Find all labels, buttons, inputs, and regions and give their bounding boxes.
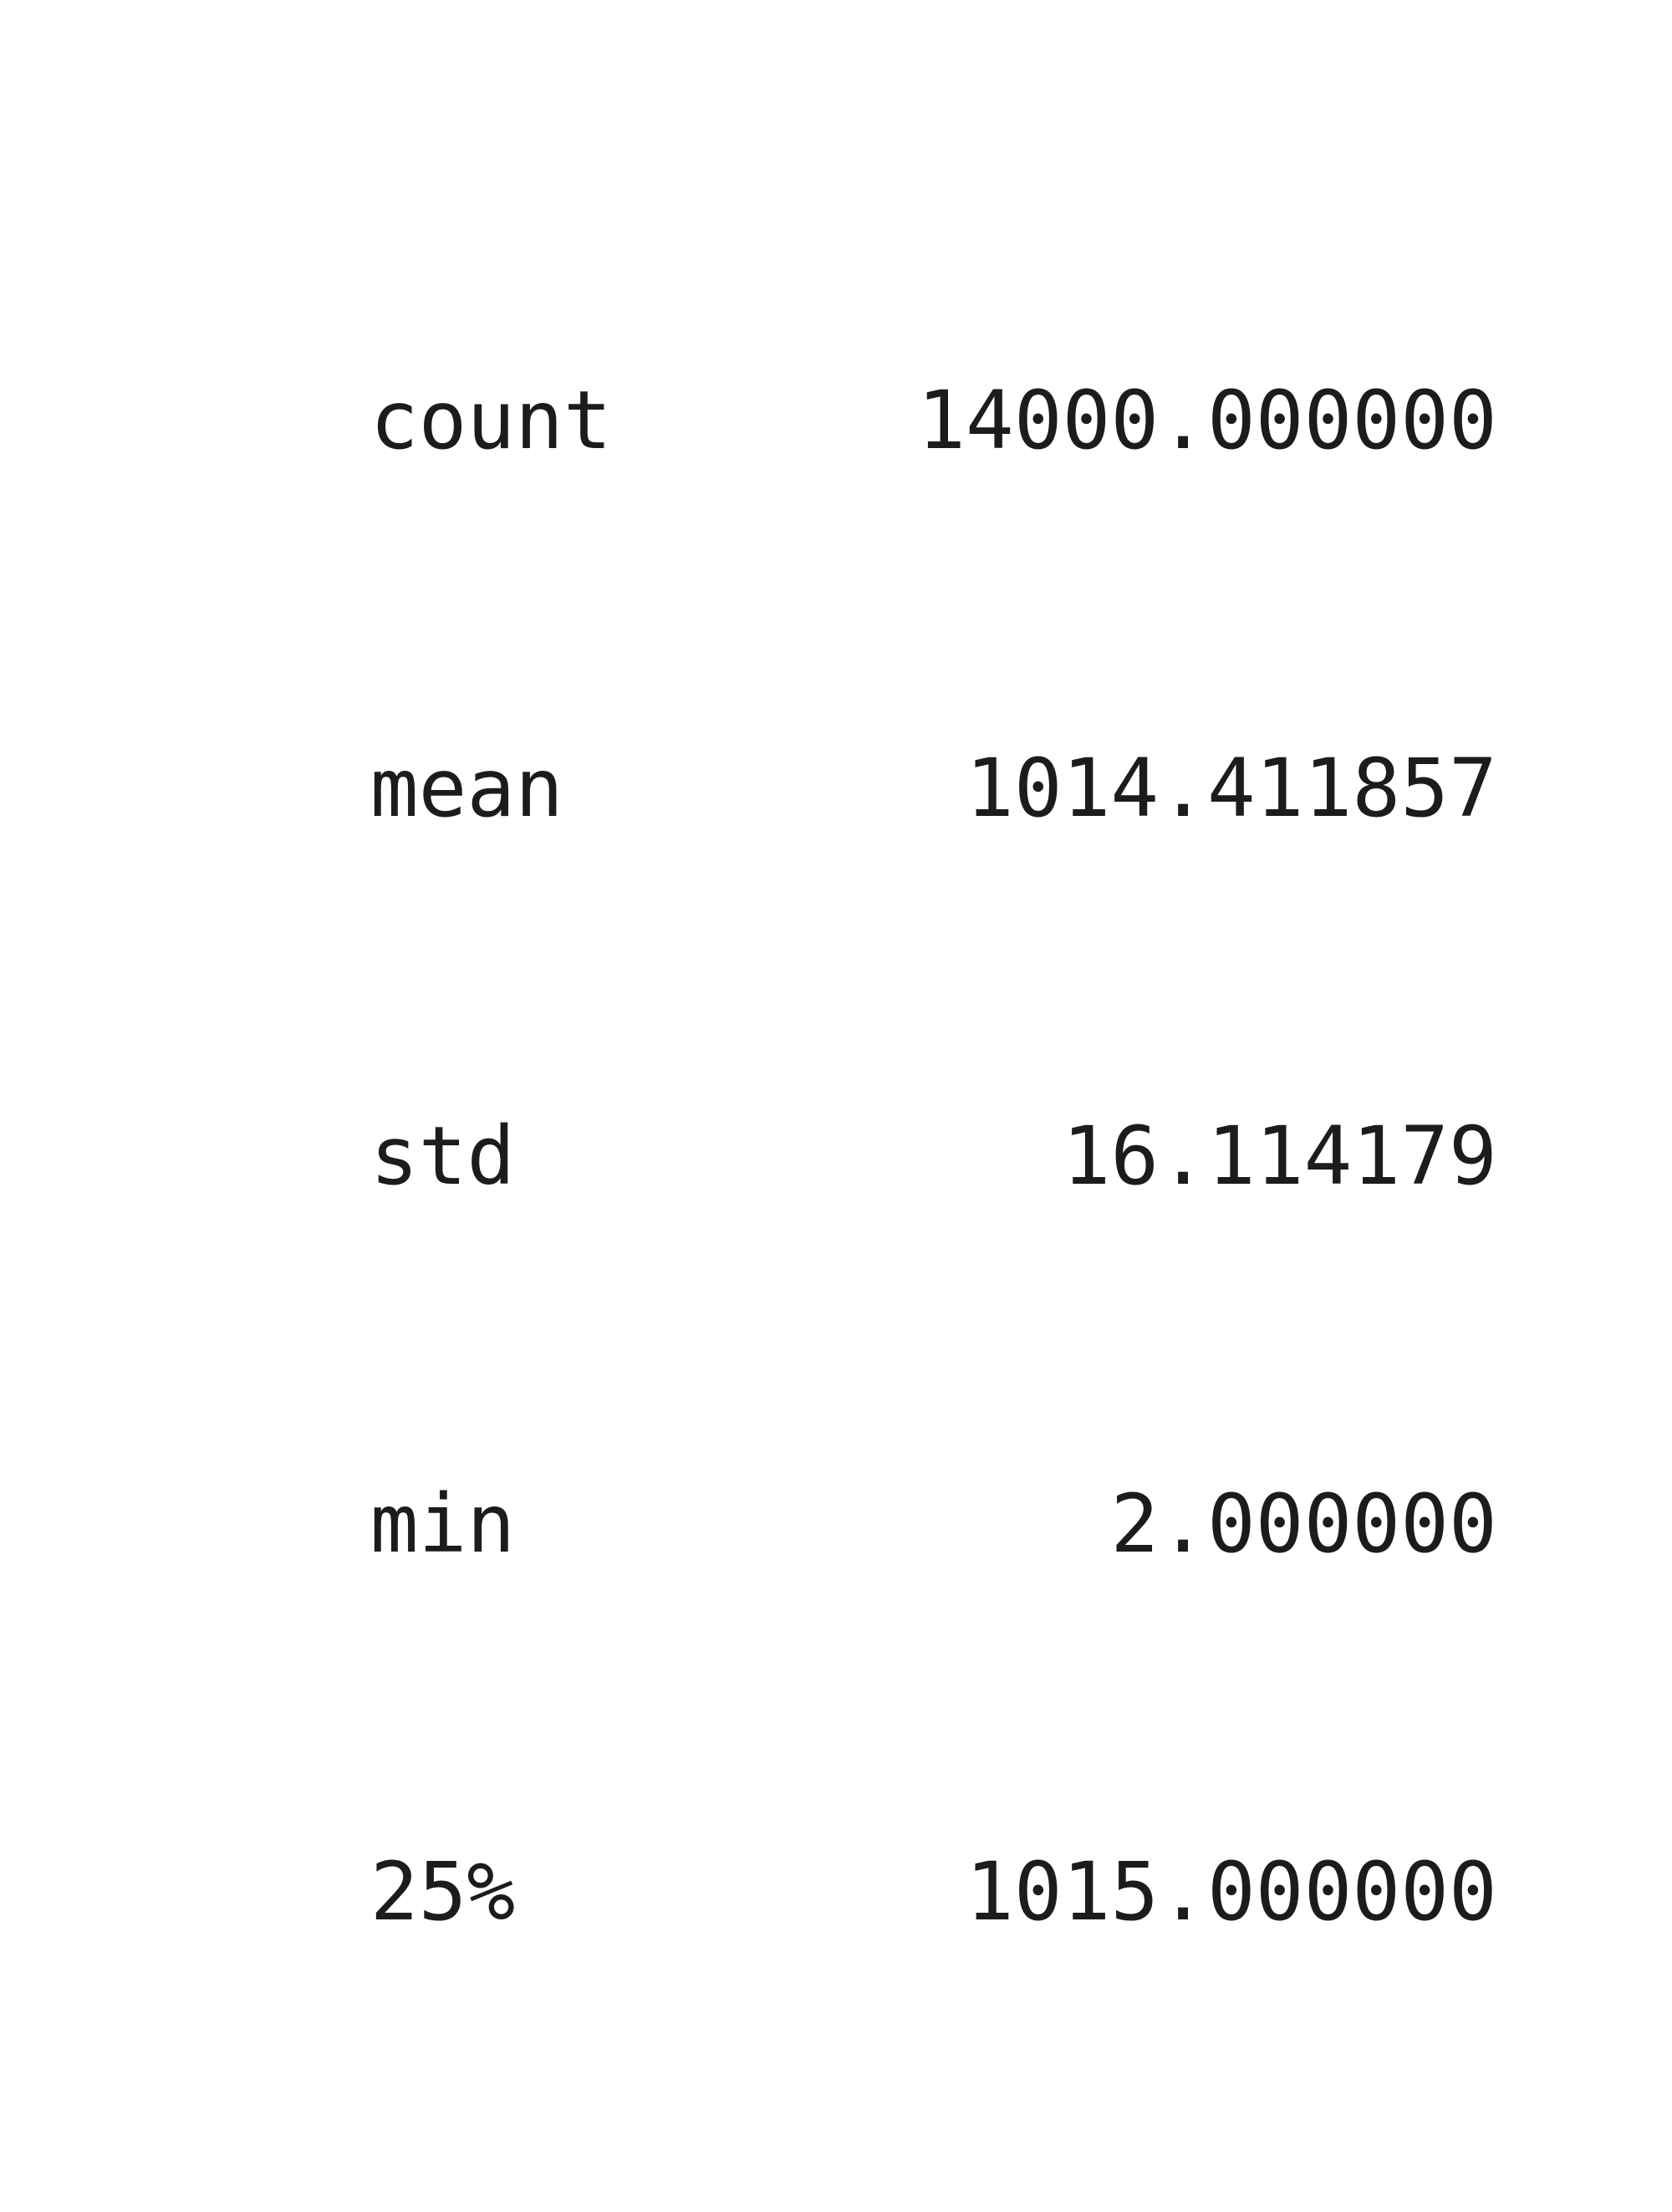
stat-value-mean: 1014.411857 xyxy=(966,742,1497,835)
stat-label-std: std xyxy=(370,1109,516,1203)
table-row: mean 1014.411857 xyxy=(80,650,1497,834)
series-describe-block: count 14000.000000 mean 1014.411857 std 16.… xyxy=(80,7,1497,2212)
describe-output-panel: count 14000.000000 mean 1014.411857 std 16.… xyxy=(0,0,1672,1938)
stat-value-count: 14000.000000 xyxy=(917,374,1497,467)
table-row: count 14000.000000 xyxy=(80,283,1497,466)
table-row: 50%1015.000000 xyxy=(80,2122,1497,2212)
table-row: 25% 1015.000000 xyxy=(80,1754,1497,1938)
stat-label-25pct: 25% xyxy=(370,1845,516,1939)
stat-value-25pct: 1015.000000 xyxy=(966,1845,1497,1939)
stat-label-count: count xyxy=(370,374,612,467)
stat-value-std: 16.114179 xyxy=(1062,1109,1497,1203)
stat-label-min: min xyxy=(370,1477,516,1571)
table-row: std 16.114179 xyxy=(80,1018,1497,1202)
stat-value-min: 2.000000 xyxy=(1110,1477,1497,1571)
table-row: min 2.000000 xyxy=(80,1386,1497,1570)
stat-label-mean: mean xyxy=(370,742,563,835)
